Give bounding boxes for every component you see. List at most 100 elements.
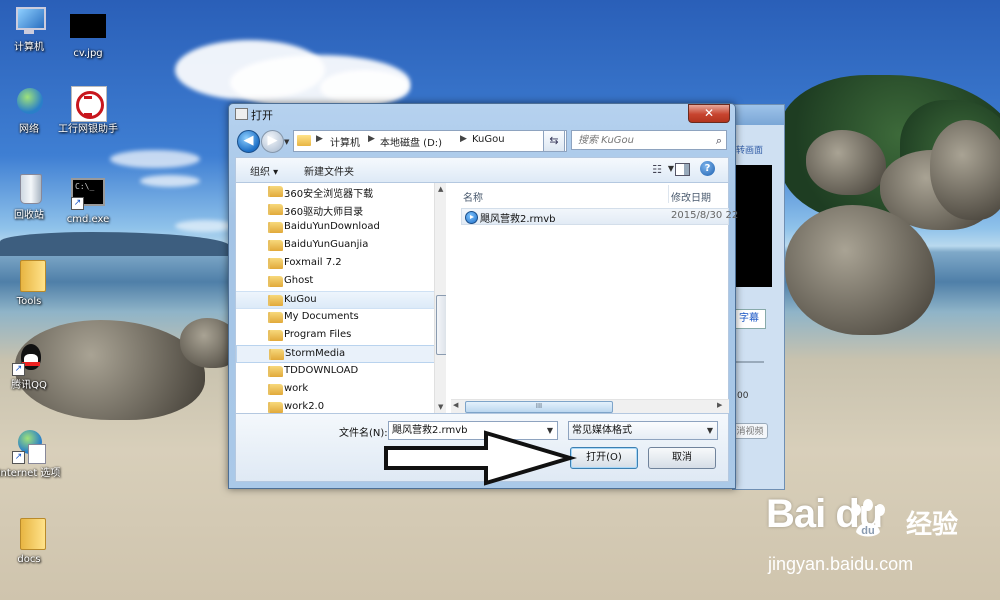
open-button[interactable]: 打开(O) xyxy=(570,447,638,469)
tree-item-label: Program Files xyxy=(284,329,352,340)
chevron-right-icon[interactable]: ▶ xyxy=(368,134,375,144)
time-field[interactable]: :00 xyxy=(734,391,748,401)
folder-icon xyxy=(269,349,284,360)
command-toolbar: 组织 ▾ 新建文件夹 ☷ ▼ ? xyxy=(235,157,729,183)
paw-icon: du xyxy=(851,499,885,537)
desktop-icon-internet-options[interactable]: ↗ Internet 选项 xyxy=(0,430,62,480)
folder-icon xyxy=(268,222,283,233)
file-type-select[interactable]: 常见媒体格式 ▼ xyxy=(568,421,718,440)
media-file-icon xyxy=(465,211,478,224)
scroll-down-icon[interactable]: ▼ xyxy=(438,403,443,411)
tree-item[interactable]: 360驱动大师目录 xyxy=(236,201,435,219)
folder-icon xyxy=(268,312,283,323)
desktop-icon-label: cmd.exe xyxy=(66,214,110,225)
tree-item[interactable]: TDDOWNLOAD xyxy=(236,363,435,381)
breadcrumb-drive-d[interactable]: 本地磁盘 (D:) xyxy=(380,134,442,149)
desktop-icon-label: 工行网银助手 xyxy=(58,124,118,135)
tree-item[interactable]: Ghost xyxy=(236,273,435,291)
back-button[interactable]: ◀ xyxy=(237,130,260,153)
folder-icon xyxy=(12,516,46,550)
dialog-window-icon xyxy=(235,108,248,120)
folder-icon xyxy=(268,330,283,341)
search-icon[interactable]: ⌕ xyxy=(716,131,722,151)
tree-item[interactable]: 360安全浏览器下载 xyxy=(236,183,435,201)
desktop-icon-icbc[interactable]: 工行网银助手 xyxy=(55,86,121,136)
desktop-icon-label: 腾讯QQ xyxy=(11,380,47,391)
help-button[interactable]: ? xyxy=(700,161,715,176)
folder-icon xyxy=(268,258,283,269)
folder-icon xyxy=(268,402,283,413)
background-window-button[interactable]: 消视频 xyxy=(732,423,768,439)
background-player-window[interactable]: 转画面 字幕 :00 消视频 xyxy=(732,104,785,490)
chevron-right-icon[interactable]: ▶ xyxy=(460,134,467,144)
slider-track[interactable] xyxy=(732,361,764,363)
svg-text:du: du xyxy=(861,525,874,537)
desktop-icon-cmd[interactable]: C:\_ ↗ cmd.exe xyxy=(55,176,121,226)
cancel-button[interactable]: 取消 xyxy=(648,447,716,469)
breadcrumb-computer[interactable]: 计算机 xyxy=(330,134,360,149)
folder-icon xyxy=(268,186,283,197)
folder-icon xyxy=(268,240,283,251)
tree-item-hover[interactable]: StormMedia xyxy=(236,345,435,363)
chevron-down-icon[interactable]: ▼ xyxy=(707,422,713,440)
tree-item[interactable]: My Documents xyxy=(236,309,435,327)
file-name: 飓风营救2.rmvb xyxy=(480,214,556,225)
tree-item-label: 360安全浏览器下载 xyxy=(284,189,374,200)
column-header-name[interactable]: 名称 xyxy=(463,189,483,204)
refresh-icon: ⇆ xyxy=(549,134,559,147)
file-list-hscrollbar[interactable]: ◀ III ▶ xyxy=(451,399,729,413)
tree-item[interactable]: Foxmail 7.2 xyxy=(236,255,435,273)
file-date: 2015/8/30 22 xyxy=(671,210,739,221)
history-dropdown-icon[interactable]: ▼ xyxy=(284,138,289,146)
chevron-down-icon[interactable]: ▼ xyxy=(668,164,674,173)
scroll-right-icon[interactable]: ▶ xyxy=(717,401,722,409)
folder-tree[interactable]: 360安全浏览器下载 360驱动大师目录 BaiduYunDownload Ba… xyxy=(236,183,446,413)
forward-button[interactable]: ▶ xyxy=(261,130,284,153)
close-button[interactable]: ✕ xyxy=(688,104,730,123)
column-divider[interactable] xyxy=(668,185,669,203)
tree-scrollbar[interactable]: ▲ ▼ xyxy=(434,183,446,413)
file-row[interactable]: 飓风营救2.rmvb 2015/8/30 22 xyxy=(461,208,738,225)
view-options-icon[interactable]: ☷ xyxy=(652,163,662,176)
scroll-left-icon[interactable]: ◀ xyxy=(453,401,458,409)
tab-subtitles[interactable]: 字幕 xyxy=(732,309,766,329)
file-type-value: 常见媒体格式 xyxy=(572,425,632,436)
new-folder-button[interactable]: 新建文件夹 xyxy=(304,163,354,178)
video-preview xyxy=(736,165,772,287)
organize-menu[interactable]: 组织 ▾ xyxy=(250,163,278,178)
column-header-date[interactable]: 修改日期 xyxy=(671,189,711,204)
desktop-icon-cvjpg[interactable]: cv.jpg xyxy=(55,10,121,60)
desktop-icon-tools[interactable]: Tools xyxy=(0,258,62,308)
internet-options-icon: ↗ xyxy=(12,430,46,464)
address-bar[interactable]: ▶ 计算机 ▶ 本地磁盘 (D:) ▶ KuGou ▼ xyxy=(293,130,567,152)
tree-item-selected[interactable]: KuGou xyxy=(236,291,435,309)
baidu-watermark: Bai du du 经验 jingyan.baidu.com xyxy=(766,492,996,574)
tree-item[interactable]: work2.0 xyxy=(236,399,435,413)
desktop-icon-docs[interactable]: docs xyxy=(0,516,62,566)
preview-pane-icon[interactable] xyxy=(675,163,690,176)
desktop-icon-qq[interactable]: ↗ 腾讯QQ xyxy=(0,342,62,392)
folder-icon xyxy=(268,276,283,287)
desktop-icon-label: cv.jpg xyxy=(73,48,103,59)
tree-item-label: KuGou xyxy=(284,294,317,305)
tree-item[interactable]: BaiduYunGuanjia xyxy=(236,237,435,255)
refresh-button[interactable]: ⇆ xyxy=(543,130,565,152)
breadcrumb-kugou[interactable]: KuGou xyxy=(472,134,505,145)
desktop-icon-network[interactable]: 网络 xyxy=(0,86,62,136)
folder-icon xyxy=(268,295,283,306)
tree-item[interactable]: BaiduYunDownload xyxy=(236,219,435,237)
scroll-up-icon[interactable]: ▲ xyxy=(438,185,443,193)
tree-item-label: TDDOWNLOAD xyxy=(284,365,359,376)
scrollbar-thumb[interactable]: III xyxy=(465,401,613,413)
search-input[interactable]: 搜索 KuGou ⌕ xyxy=(571,130,727,150)
file-list[interactable]: 名称 修改日期 飓风营救2.rmvb 2015/8/30 22 ◀ III ▶ xyxy=(449,183,738,413)
desktop-icon-recycle-bin[interactable]: 回收站 xyxy=(0,172,62,222)
shortcut-arrow-icon: ↗ xyxy=(12,363,25,376)
chevron-right-icon[interactable]: ▶ xyxy=(316,134,323,144)
tree-item[interactable]: work xyxy=(236,381,435,399)
desktop-icon-computer[interactable]: 计算机 xyxy=(0,4,62,54)
folder-icon xyxy=(12,258,46,292)
cmd-icon: C:\_ ↗ xyxy=(71,176,105,210)
tree-item[interactable]: Program Files xyxy=(236,327,435,345)
scrollbar-thumb[interactable] xyxy=(436,295,446,355)
